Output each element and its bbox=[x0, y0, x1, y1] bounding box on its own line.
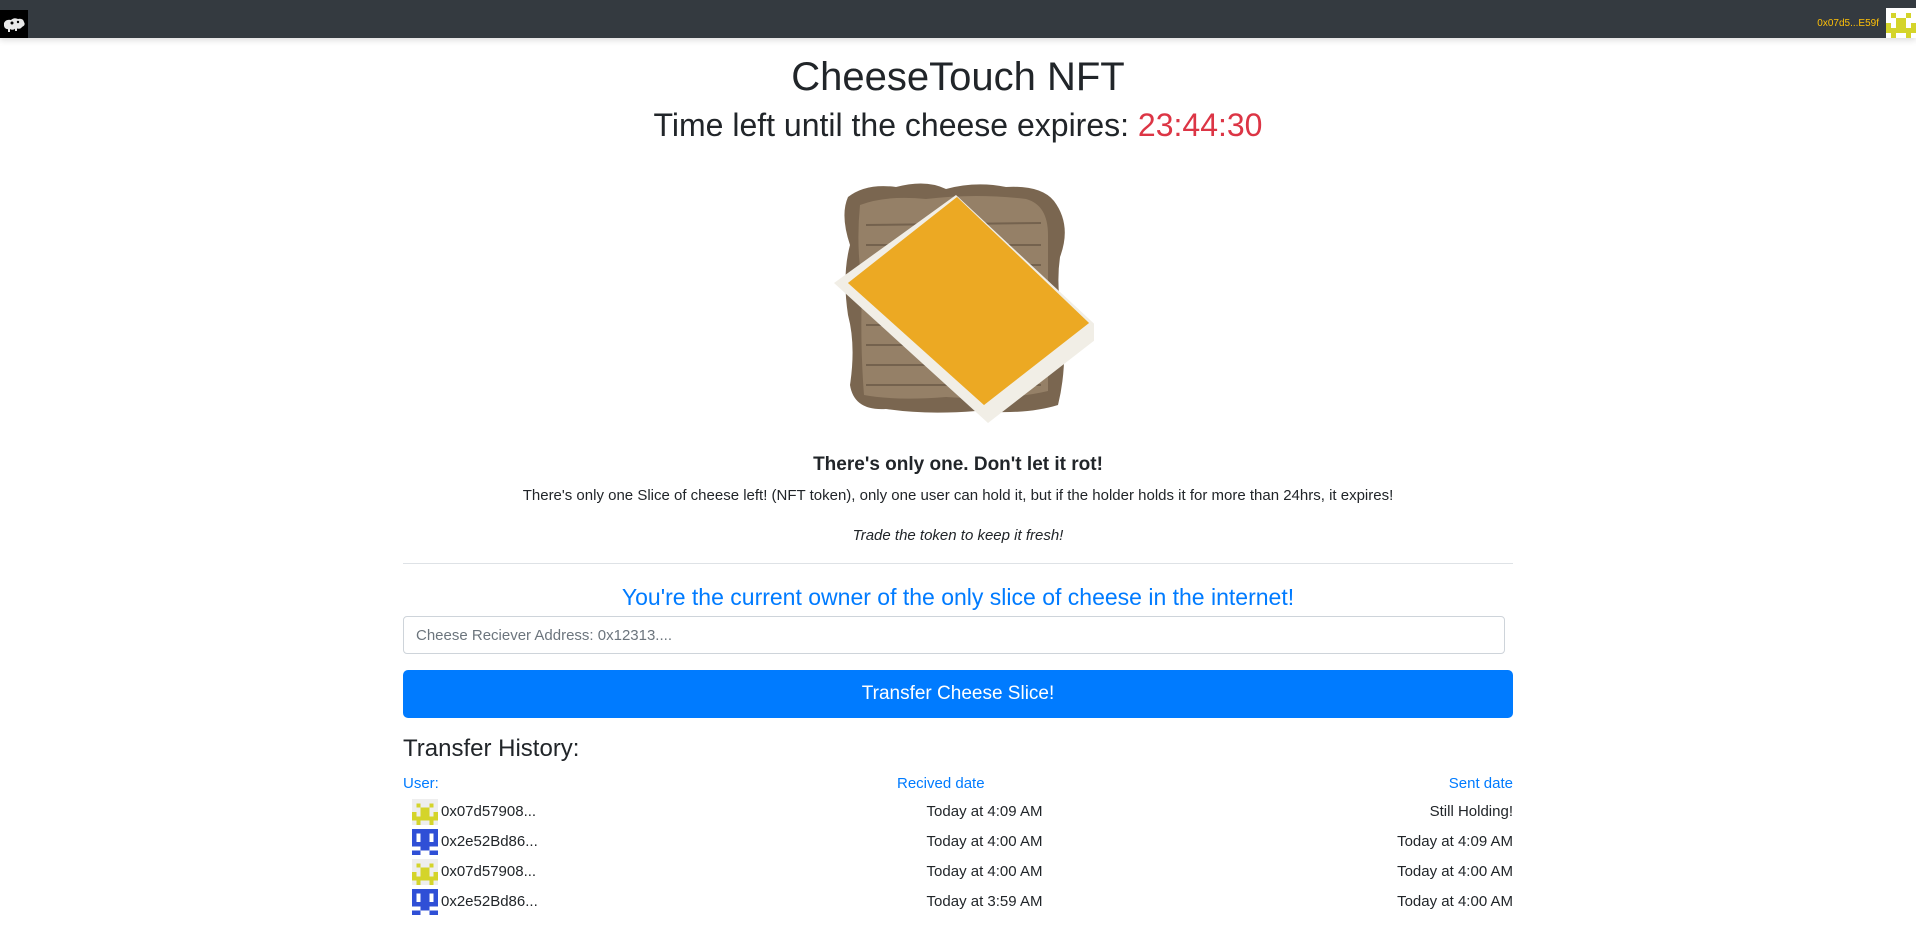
table-row: 0x2e52Bd86... Today at 4:00 AM Today at … bbox=[403, 827, 1513, 857]
owner-message: You're the current owner of the only sli… bbox=[621, 584, 1295, 610]
receiver-address-input[interactable] bbox=[403, 616, 1505, 654]
column-header-received: Recived date bbox=[897, 775, 985, 792]
page-title: CheeseTouch NFT bbox=[791, 55, 1125, 99]
row-received-date: Today at 4:00 AM bbox=[926, 863, 1043, 880]
transfer-cheese-button[interactable]: Transfer Cheese Slice! bbox=[403, 670, 1513, 718]
column-header-user: User: bbox=[403, 775, 439, 792]
top-navbar: 0x07d5...E59f bbox=[0, 0, 1916, 38]
row-address: 0x2e52Bd86... bbox=[441, 833, 538, 850]
cheese-on-toast-image bbox=[826, 165, 1104, 433]
timer-label: Time left until the cheese expires: bbox=[653, 107, 1138, 143]
row-sent-date: Today at 4:00 AM bbox=[1397, 863, 1513, 880]
identicon-yellow-icon bbox=[412, 859, 438, 885]
row-address: 0x2e52Bd86... bbox=[441, 893, 538, 910]
history-header-row: User: Recived date Sent date bbox=[403, 773, 1513, 797]
table-row: 0x07d57908... Today at 4:09 AM Still Hol… bbox=[403, 797, 1513, 827]
row-sent-date: Today at 4:09 AM bbox=[1397, 833, 1513, 850]
countdown-value: 23:44:30 bbox=[1137, 107, 1263, 143]
tagline: There's only one. Don't let it rot! bbox=[813, 454, 1103, 475]
row-received-date: Today at 4:09 AM bbox=[926, 803, 1043, 820]
column-header-sent: Sent date bbox=[1448, 775, 1513, 792]
identicon-yellow-icon bbox=[1886, 8, 1916, 38]
cheese-logo-icon[interactable] bbox=[0, 10, 28, 38]
row-address: 0x07d57908... bbox=[441, 863, 537, 880]
account-address: 0x07d5...E59f bbox=[1817, 17, 1879, 29]
identicon-yellow-icon bbox=[412, 799, 438, 825]
transfer-history-table: User: Recived date Sent date 0x07d57908.… bbox=[403, 773, 1513, 917]
row-sent-date: Today at 4:00 AM bbox=[1397, 893, 1513, 910]
table-row: 0x07d57908... Today at 4:00 AM Today at … bbox=[403, 857, 1513, 887]
row-received-date: Today at 3:59 AM bbox=[926, 893, 1043, 910]
description: There's only one Slice of cheese left! (… bbox=[522, 487, 1394, 504]
table-row: 0x2e52Bd86... Today at 3:59 AM Today at … bbox=[403, 887, 1513, 917]
identicon-blue-icon bbox=[412, 889, 438, 915]
row-address: 0x07d57908... bbox=[441, 803, 537, 820]
identicon-blue-icon bbox=[412, 829, 438, 855]
divider bbox=[403, 563, 1513, 564]
account-info[interactable]: 0x07d5...E59f bbox=[1817, 8, 1916, 38]
row-sent-date: Still Holding! bbox=[1429, 803, 1513, 820]
transfer-history-title: Transfer History: bbox=[403, 735, 580, 762]
row-received-date: Today at 4:00 AM bbox=[926, 833, 1043, 850]
call-to-action: Trade the token to keep it fresh! bbox=[852, 527, 1064, 544]
expiry-timer: Time left until the cheese expires: 23:4… bbox=[0, 106, 1916, 144]
